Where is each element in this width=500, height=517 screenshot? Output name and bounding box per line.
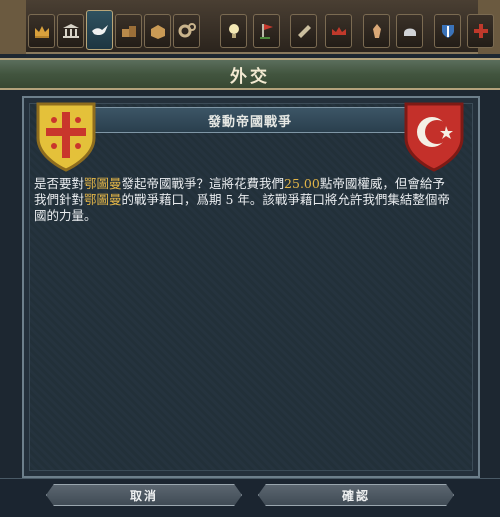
top-tab-bar bbox=[0, 0, 500, 54]
tab-religion[interactable] bbox=[363, 14, 390, 48]
flag-icon bbox=[259, 24, 273, 39]
cross-icon bbox=[473, 24, 488, 38]
message-part-2: 發起帝國戰爭？這將花費我們 bbox=[121, 176, 285, 191]
dialog-message: 是否要對鄂圖曼發起帝國戰爭？這將花費我們25.00點帝國權威，但會給予我們針對鄂… bbox=[34, 176, 454, 224]
window-title: 外交 bbox=[230, 66, 270, 87]
dove-icon bbox=[91, 25, 108, 36]
shield-icon bbox=[441, 25, 454, 38]
target-country-1: 鄂圖曼 bbox=[84, 176, 122, 191]
tab-subjects[interactable] bbox=[434, 14, 461, 48]
crown-icon bbox=[34, 26, 49, 38]
frame-corner-left bbox=[0, 0, 26, 54]
tab-ideas[interactable] bbox=[220, 14, 247, 48]
tab-estates[interactable] bbox=[325, 14, 352, 48]
tab-government[interactable] bbox=[57, 14, 84, 48]
tab-production[interactable] bbox=[173, 14, 200, 48]
window-title-bar: 外交 bbox=[0, 58, 500, 90]
idea-icon bbox=[228, 24, 239, 38]
gears-icon bbox=[178, 23, 196, 38]
tab-missions[interactable] bbox=[253, 14, 280, 48]
dialog-heading: 發動帝國戰爭 bbox=[207, 114, 292, 130]
message-part-1: 是否要對 bbox=[34, 176, 85, 191]
scroll-icon bbox=[297, 25, 311, 38]
tab-decisions[interactable] bbox=[467, 14, 494, 48]
dialog-heading-ribbon: 發動帝國戰爭 bbox=[88, 107, 412, 133]
prayer-icon bbox=[372, 24, 381, 38]
authority-cost: 25.00 bbox=[284, 176, 320, 191]
tab-trade[interactable] bbox=[115, 14, 142, 48]
helmet-icon bbox=[403, 28, 416, 36]
right-coat-of-arms-icon bbox=[404, 102, 464, 172]
cancel-button[interactable]: 取消 bbox=[46, 484, 242, 506]
tab-court[interactable] bbox=[28, 14, 55, 48]
crown-outline-icon bbox=[331, 27, 346, 35]
target-country-2: 鄂圖曼 bbox=[84, 192, 122, 207]
trade-icon bbox=[121, 26, 136, 37]
button-bar: 取消 確認 bbox=[0, 478, 500, 517]
court-icon bbox=[62, 24, 79, 38]
tab-economy[interactable] bbox=[144, 14, 171, 48]
tab-military[interactable] bbox=[396, 14, 423, 48]
tab-diplomacy[interactable] bbox=[86, 10, 113, 50]
economy-icon bbox=[150, 25, 165, 39]
left-coat-of-arms-icon bbox=[36, 102, 96, 172]
confirm-button[interactable]: 確認 bbox=[258, 484, 454, 506]
tab-policies[interactable] bbox=[290, 14, 317, 48]
